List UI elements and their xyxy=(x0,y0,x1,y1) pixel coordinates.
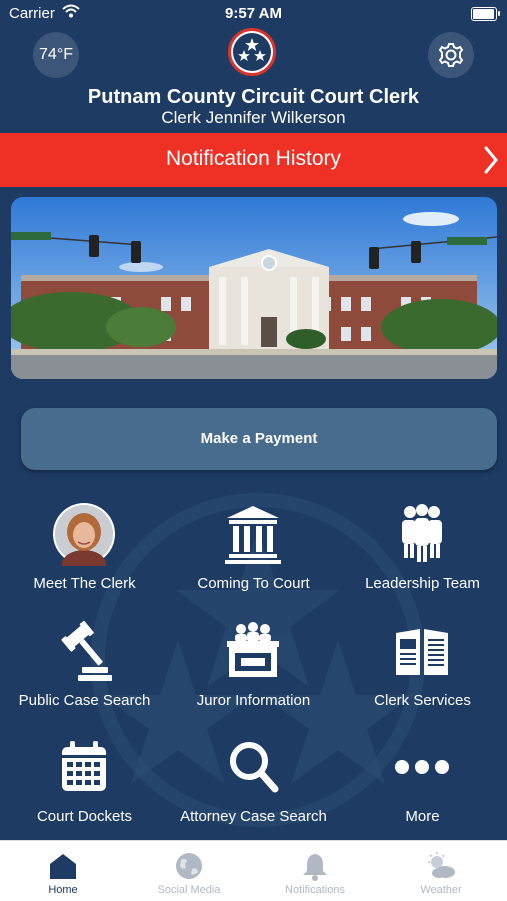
attorney-case-search-button[interactable]: Attorney Case Search xyxy=(169,735,338,845)
tab-notifications[interactable]: Notifications xyxy=(252,841,378,901)
tab-notifications-label: Notifications xyxy=(285,884,345,896)
temperature-button[interactable]: 74°F xyxy=(33,32,79,78)
tab-weather-label: Weather xyxy=(420,884,462,896)
make-payment-button[interactable]: Make a Payment xyxy=(21,408,497,470)
bell-icon xyxy=(299,851,331,881)
settings-button[interactable] xyxy=(428,32,474,78)
clerk-services-button[interactable]: Clerk Services xyxy=(338,619,507,729)
page-subtitle: Clerk Jennifer Wilkerson xyxy=(161,108,346,127)
open-book-icon xyxy=(390,619,454,683)
weather-icon xyxy=(425,851,457,881)
tab-home-label: Home xyxy=(48,884,78,896)
more-dots-icon xyxy=(390,735,454,799)
gear-icon xyxy=(438,43,464,67)
tab-social-media[interactable]: Social Media xyxy=(126,841,252,901)
tab-weather[interactable]: Weather xyxy=(378,841,504,901)
jury-box-icon xyxy=(221,619,285,683)
tab-social-media-label: Social Media xyxy=(157,884,221,896)
juror-information-label: Juror Information xyxy=(196,692,311,709)
page-title: Putnam County Circuit Court Clerk xyxy=(87,86,420,108)
tab-home[interactable]: Home xyxy=(0,841,126,901)
home-icon xyxy=(47,851,79,881)
public-case-search-button[interactable]: Public Case Search xyxy=(0,619,169,729)
chevron-right-icon xyxy=(483,145,499,180)
gavel-icon xyxy=(52,619,116,683)
juror-information-button[interactable]: Juror Information xyxy=(169,619,338,729)
court-dockets-label: Court Dockets xyxy=(36,808,133,825)
magnifier-icon xyxy=(221,735,285,799)
notification-history-banner[interactable]: Notification History xyxy=(0,133,507,187)
team-icon xyxy=(390,502,454,566)
more-button[interactable]: More xyxy=(338,735,507,845)
courthouse-photo xyxy=(11,197,497,379)
status-time: 9:57 AM xyxy=(225,5,282,22)
leadership-team-label: Leadership Team xyxy=(365,575,480,592)
meet-the-clerk-button[interactable]: Meet The Clerk xyxy=(0,502,169,612)
courthouse-icon xyxy=(221,502,285,566)
tennessee-stars-logo xyxy=(228,28,276,76)
calendar-icon xyxy=(52,735,116,799)
app-header: 74°F Putnam County Circuit Court Clerk C… xyxy=(0,28,507,132)
clerk-services-label: Clerk Services xyxy=(374,692,471,709)
public-case-search-label: Public Case Search xyxy=(18,692,151,709)
bottom-tab-bar: Home Social Media Notifications Weather xyxy=(0,840,507,901)
clerk-avatar xyxy=(52,502,116,578)
leadership-team-button[interactable]: Leadership Team xyxy=(338,502,507,612)
meet-the-clerk-label: Meet The Clerk xyxy=(33,575,136,592)
status-bar: Carrier 9:57 AM xyxy=(0,0,507,28)
attorney-case-search-label: Attorney Case Search xyxy=(180,808,327,825)
notification-history-label: Notification History xyxy=(165,147,342,170)
more-label: More xyxy=(405,808,440,825)
globe-icon xyxy=(173,851,205,881)
battery-icon xyxy=(471,7,500,21)
court-dockets-button[interactable]: Court Dockets xyxy=(0,735,169,845)
coming-to-court-button[interactable]: Coming To Court xyxy=(169,502,338,612)
coming-to-court-label: Coming To Court xyxy=(197,575,310,592)
